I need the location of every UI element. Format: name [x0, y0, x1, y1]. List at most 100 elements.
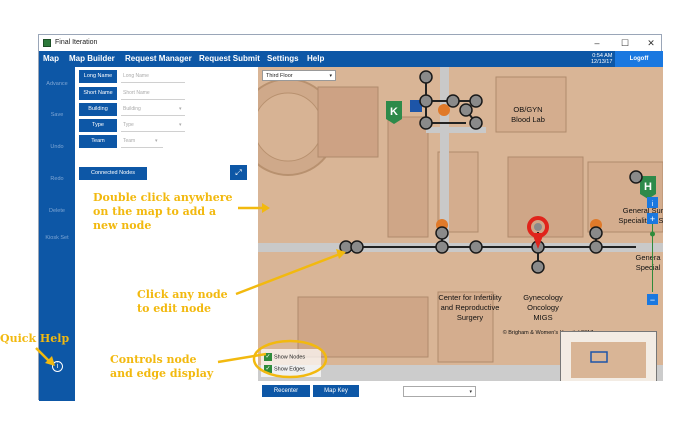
chevron-down-icon: ▾	[329, 73, 332, 79]
annotation-line: and edge display	[110, 367, 214, 380]
restroom-icon	[438, 104, 450, 116]
floor-select-value: Third Floor	[266, 73, 293, 79]
map-bottom-bar: Recenter Map Key ▾	[258, 381, 663, 401]
map-node[interactable]	[459, 103, 473, 117]
expand-icon[interactable]: ⤢	[230, 165, 247, 180]
map-node[interactable]	[435, 240, 449, 254]
maximize-button[interactable]: ☐	[615, 37, 635, 49]
zoom-slider-handle[interactable]	[650, 231, 655, 237]
label-gyn-onc-3: MIGS	[533, 313, 552, 322]
team-label: Team	[79, 135, 117, 148]
map-node[interactable]	[446, 94, 460, 108]
map-node[interactable]	[419, 116, 433, 130]
show-nodes-toggle[interactable]: ✓ Show Nodes	[264, 353, 305, 361]
map-node[interactable]	[339, 240, 353, 254]
team-underline	[121, 147, 163, 148]
bottom-select[interactable]: ▾	[403, 386, 476, 397]
annotation-line: on the map to add a	[93, 205, 217, 218]
type-select[interactable]: Type	[123, 122, 134, 128]
building-label: Building	[79, 103, 117, 116]
annotation-click-node: Click any node to edit node	[137, 288, 228, 316]
room	[317, 86, 379, 158]
annotation-controls: Controls node and edge display	[110, 353, 213, 381]
annotation-line: to edit node	[137, 302, 212, 315]
menu-settings[interactable]: Settings	[267, 54, 299, 63]
logoff-button[interactable]: Logoff	[615, 51, 663, 67]
sidebar: Advance Save Undo Redo Delete Kiosk Set …	[39, 67, 75, 401]
minimap-graphic	[561, 332, 656, 388]
kiosk-set-button[interactable]: Kiosk Set	[39, 235, 75, 241]
map-node[interactable]	[589, 226, 603, 240]
menu-bar: Map Map Builder Request Manager Request …	[39, 51, 663, 67]
minimize-button[interactable]: –	[587, 37, 607, 49]
delete-button[interactable]: Delete	[39, 208, 75, 214]
label-general-right-2: Special	[636, 263, 661, 272]
clock: 0:54 AM 12/13/17	[591, 53, 612, 65]
title-bar: Final Iteration – ☐ ✕	[39, 35, 661, 51]
label-obgyn-2: Blood Lab	[511, 115, 545, 124]
save-button[interactable]: Save	[39, 112, 75, 118]
short-name-row: Short Name Short Name	[79, 87, 187, 100]
map-key-button[interactable]: Map Key	[313, 385, 359, 397]
show-nodes-label: Show Nodes	[274, 354, 306, 361]
building-select[interactable]: Building	[123, 106, 141, 112]
map-canvas[interactable]: K H OB/GYN Blood Lab Center for Infertil…	[258, 67, 663, 401]
show-edges-toggle[interactable]: ✓ Show Edges	[264, 365, 305, 373]
chevron-down-icon: ▾	[179, 122, 182, 128]
long-name-input[interactable]: Long Name	[123, 73, 149, 79]
label-gyn-onc-2: Oncology	[527, 303, 559, 312]
room	[297, 296, 429, 358]
checkbox-checked-icon[interactable]: ✓	[264, 365, 272, 373]
map-node[interactable]	[589, 240, 603, 254]
annotation-line: Double click anywhere	[93, 191, 233, 204]
rotunda-inner	[258, 92, 323, 162]
map-node[interactable]	[350, 240, 364, 254]
short-name-underline	[121, 99, 185, 100]
map-node[interactable]	[629, 170, 643, 184]
map-node[interactable]	[419, 70, 433, 84]
chevron-down-icon: ▾	[469, 389, 472, 395]
redo-button[interactable]: Redo	[39, 176, 75, 182]
zoom-in-icon: +	[650, 214, 655, 224]
map-node[interactable]	[419, 94, 433, 108]
room	[387, 116, 429, 238]
building-row: Building Building ▾	[79, 103, 187, 116]
undo-button[interactable]: Undo	[39, 144, 75, 150]
display-toggles: ✓ Show Nodes ✓ Show Edges	[261, 349, 321, 377]
team-select[interactable]: Team	[123, 138, 135, 144]
map-node[interactable]	[531, 260, 545, 274]
menu-map-builder[interactable]: Map Builder	[69, 54, 115, 63]
type-label: Type	[79, 119, 117, 132]
recenter-button[interactable]: Recenter	[262, 385, 310, 397]
close-button[interactable]: ✕	[641, 37, 661, 49]
node-editor-panel: Long Name Long Name Short Name Short Nam…	[75, 67, 258, 401]
menu-map[interactable]: Map	[43, 54, 59, 63]
floor-select[interactable]: Third Floor ▾	[262, 70, 336, 81]
info-icon[interactable]: i	[52, 361, 63, 372]
long-name-row: Long Name Long Name	[79, 70, 187, 83]
map-node[interactable]	[435, 226, 449, 240]
short-name-input[interactable]: Short Name	[123, 90, 150, 96]
chevron-down-icon: ▾	[179, 106, 182, 112]
label-obgyn-1: OB/GYN	[513, 105, 542, 114]
annotation-double-click: Double click anywhere on the map to add …	[93, 191, 233, 233]
show-edges-label: Show Edges	[274, 366, 305, 373]
clock-date: 12/13/17	[591, 59, 613, 65]
advance-button[interactable]: Advance	[39, 81, 75, 87]
map-node[interactable]	[469, 240, 483, 254]
window-title: Final Iteration	[55, 39, 98, 46]
selected-node[interactable]	[534, 223, 542, 231]
long-name-underline	[121, 82, 185, 83]
map-node[interactable]	[469, 116, 483, 130]
zoom-out-icon: −	[650, 295, 655, 305]
checkbox-checked-icon[interactable]: ✓	[264, 353, 272, 361]
label-fertility-2: and Reproductive	[441, 303, 500, 312]
building-underline	[121, 115, 185, 116]
connected-nodes-button[interactable]: Connected Nodes	[79, 167, 147, 180]
map-node[interactable]	[469, 94, 483, 108]
menu-help[interactable]: Help	[307, 54, 324, 63]
annotation-line: Controls node	[110, 353, 197, 366]
menu-request-submit[interactable]: Request Submit	[199, 54, 260, 63]
menu-request-manager[interactable]: Request Manager	[125, 54, 192, 63]
label-fertility-1: Center for Infertility	[438, 293, 502, 302]
